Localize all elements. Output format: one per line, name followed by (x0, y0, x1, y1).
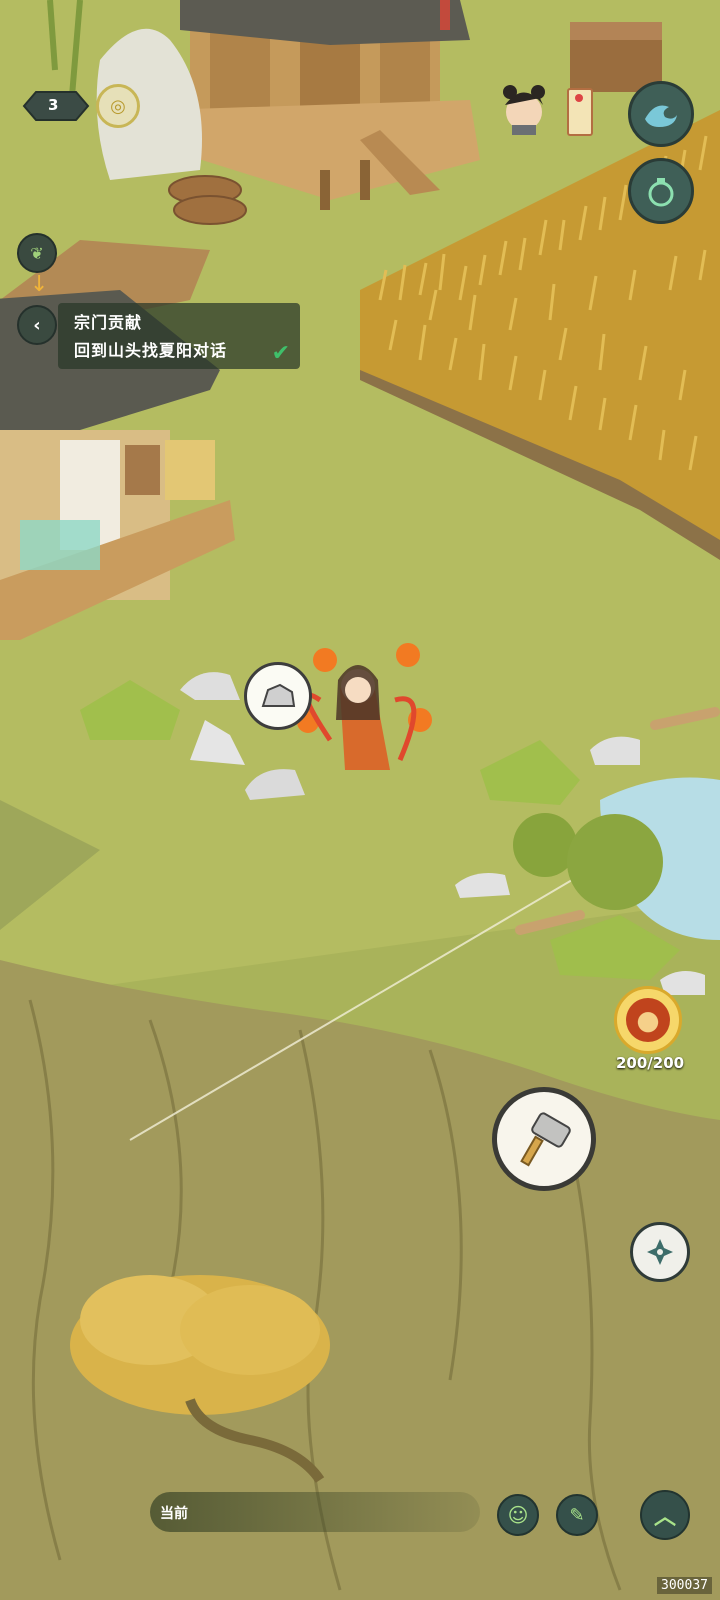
scroll-icon (575, 94, 583, 102)
task-arrow-icon: ↓ (30, 272, 49, 297)
rock-icon (261, 683, 296, 707)
quest-scroll-button[interactable] (567, 88, 593, 136)
chevron-up-icon: ︿ (653, 1505, 676, 1530)
wave-skill-button[interactable] (628, 81, 694, 147)
shuriken-icon (647, 1239, 673, 1265)
gourd-icon (648, 178, 674, 207)
dodge-button[interactable] (630, 1222, 690, 1282)
compass-icon: ◎ (110, 95, 126, 117)
expand-menu-button[interactable]: ︿ (640, 1490, 690, 1540)
log-pile (168, 175, 247, 225)
quest-title: 宗门贡献 (74, 313, 143, 332)
quest-description: 回到山头找夏阳对话 (74, 341, 228, 360)
game-world[interactable] (0, 0, 720, 1600)
hammer-tool-icon (520, 1112, 571, 1167)
smile-icon: ☺ (507, 1503, 529, 1527)
quick-chat-button[interactable]: ✎ (556, 1494, 598, 1536)
gather-rock-prompt[interactable] (244, 662, 312, 730)
stamina-value: 200/200 (616, 1054, 685, 1072)
quest-collapse-button[interactable]: ‹ (17, 305, 57, 345)
pet-portrait-button[interactable] (614, 986, 682, 1054)
level-badge[interactable]: 3 (22, 86, 90, 126)
wave-skill-icon (645, 105, 677, 127)
check-icon: ✔ (271, 341, 290, 366)
chat-channel-label: 当前 (160, 1506, 188, 1522)
level-number: 3 (48, 96, 59, 114)
quick-chat-icon: ✎ (569, 1504, 585, 1526)
version-label: 300037 (657, 1577, 712, 1594)
compass-button[interactable]: ◎ (96, 84, 140, 128)
hammer-action-button[interactable] (492, 1087, 596, 1191)
task-category-icon-wrap: ❦ (17, 233, 57, 273)
chevron-left-icon: ‹ (33, 314, 41, 336)
quest-tracker[interactable]: 宗门贡献 回到山头找夏阳对话 ✔ (58, 303, 300, 369)
world-art (0, 0, 720, 1600)
gourd-button[interactable] (628, 158, 694, 224)
leaf-icon: ❦ (30, 243, 44, 263)
emoji-button[interactable]: ☺ (497, 1494, 539, 1536)
chat-bar[interactable]: 当前 (150, 1492, 480, 1532)
fire-pet-icon (626, 998, 670, 1042)
